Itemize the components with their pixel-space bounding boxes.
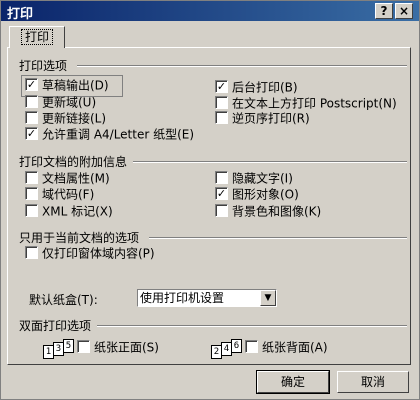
xml-tags-label: XML 标记(X) (42, 204, 113, 219)
doc-properties-label: 文档属性(M) (42, 171, 110, 186)
background-images-label: 背景色和图像(K) (232, 204, 322, 219)
background-print-label: 后台打印(B) (232, 80, 298, 95)
tray-select-value: 使用打印机设置 (140, 291, 225, 305)
attach-info-separator (133, 161, 407, 163)
update-links-box (25, 111, 38, 124)
back-side-label: 纸张背面(A) (262, 340, 328, 355)
chevron-down-icon[interactable]: ▼ (260, 290, 276, 306)
reverse-order-checkbox[interactable]: 逆页序打印(R) (215, 110, 310, 126)
allow-a4-letter-label: 允许重调 A4/Letter 纸型(E) (42, 127, 195, 142)
tray-select[interactable]: 使用打印机设置 ▼ (137, 289, 277, 307)
drawing-objects-checkbox[interactable]: ✓ 图形对象(O) (215, 186, 299, 202)
background-print-checkbox[interactable]: ✓ 后台打印(B) (215, 79, 298, 95)
back-page-c: 6 (231, 339, 242, 353)
hidden-text-checkbox[interactable]: 隐藏文字(I) (215, 170, 293, 186)
update-links-checkbox[interactable]: 更新链接(L) (25, 110, 106, 126)
doc-properties-checkbox[interactable]: 文档属性(M) (25, 170, 110, 186)
attach-info-title: 打印文档的附加信息 (19, 155, 128, 169)
allow-a4-letter-checkbox[interactable]: ✓ 允许重调 A4/Letter 纸型(E) (25, 126, 194, 142)
front-page-c: 5 (63, 339, 74, 353)
form-data-only-box (25, 246, 38, 259)
draft-output-checkbox[interactable]: ✓ 草稿输出(D) (25, 77, 109, 93)
back-side-checkbox[interactable]: 纸张背面(A) (245, 339, 328, 355)
draft-output-label: 草稿输出(D) (42, 78, 109, 93)
drawing-objects-box: ✓ (215, 187, 228, 200)
current-doc-title: 只用于当前文档的选项 (19, 231, 140, 245)
ok-button[interactable]: 确定 (256, 370, 330, 394)
field-codes-checkbox[interactable]: 域代码(F) (25, 186, 94, 202)
allow-a4-letter-box: ✓ (25, 127, 38, 140)
update-fields-box (25, 95, 38, 108)
back-side-box (245, 340, 258, 353)
form-data-only-checkbox[interactable]: 仅打印窗体域内容(P) (25, 245, 155, 261)
tab-print-label: 打印 (20, 29, 53, 45)
front-pages-icon: 1 3 5 (43, 339, 74, 359)
front-side-label: 纸张正面(S) (94, 340, 159, 355)
field-codes-box (25, 187, 38, 200)
tab-print[interactable]: 打印 (9, 26, 65, 48)
hidden-text-label: 隐藏文字(I) (232, 171, 293, 186)
update-links-label: 更新链接(L) (42, 111, 107, 126)
background-print-box: ✓ (215, 80, 228, 93)
title-bar: 打印 ? × (1, 1, 419, 22)
drawing-objects-label: 图形对象(O) (232, 187, 299, 202)
xml-tags-checkbox[interactable]: XML 标记(X) (25, 203, 113, 219)
front-side-box (77, 340, 90, 353)
window-title: 打印 (7, 7, 34, 22)
background-images-checkbox[interactable]: 背景色和图像(K) (215, 203, 321, 219)
doc-properties-box (25, 171, 38, 184)
current-doc-separator (149, 237, 407, 239)
back-pages-icon: 2 4 6 (211, 339, 242, 359)
field-codes-label: 域代码(F) (42, 187, 95, 202)
print-options-separator (77, 65, 407, 67)
close-button[interactable]: × (395, 3, 413, 19)
xml-tags-box (25, 204, 38, 217)
cancel-button[interactable]: 取消 (337, 371, 409, 393)
draft-output-box: ✓ (25, 78, 38, 91)
form-data-only-label: 仅打印窗体域内容(P) (42, 246, 155, 261)
duplex-separator (97, 325, 407, 327)
front-side-checkbox[interactable]: 纸张正面(S) (77, 339, 159, 355)
tray-label: 默认纸盒(T): (29, 293, 98, 307)
update-fields-checkbox[interactable]: 更新域(U) (25, 94, 96, 110)
postscript-over-text-checkbox[interactable]: 在文本上方打印 Postscript(N) (215, 95, 397, 111)
duplex-title: 双面打印选项 (19, 319, 92, 333)
postscript-over-text-box (215, 96, 228, 109)
help-button[interactable]: ? (375, 3, 393, 19)
background-images-box (215, 204, 228, 217)
reverse-order-label: 逆页序打印(R) (232, 111, 310, 126)
print-options-title: 打印选项 (19, 59, 68, 73)
reverse-order-box (215, 111, 228, 124)
postscript-over-text-label: 在文本上方打印 Postscript(N) (232, 96, 397, 111)
update-fields-label: 更新域(U) (42, 95, 97, 110)
hidden-text-box (215, 171, 228, 184)
print-dialog: 打印 ? × 打印 打印选项 ✓ 草稿输出(D) 更新域(U) 更新链接(L) ✓… (0, 0, 420, 400)
